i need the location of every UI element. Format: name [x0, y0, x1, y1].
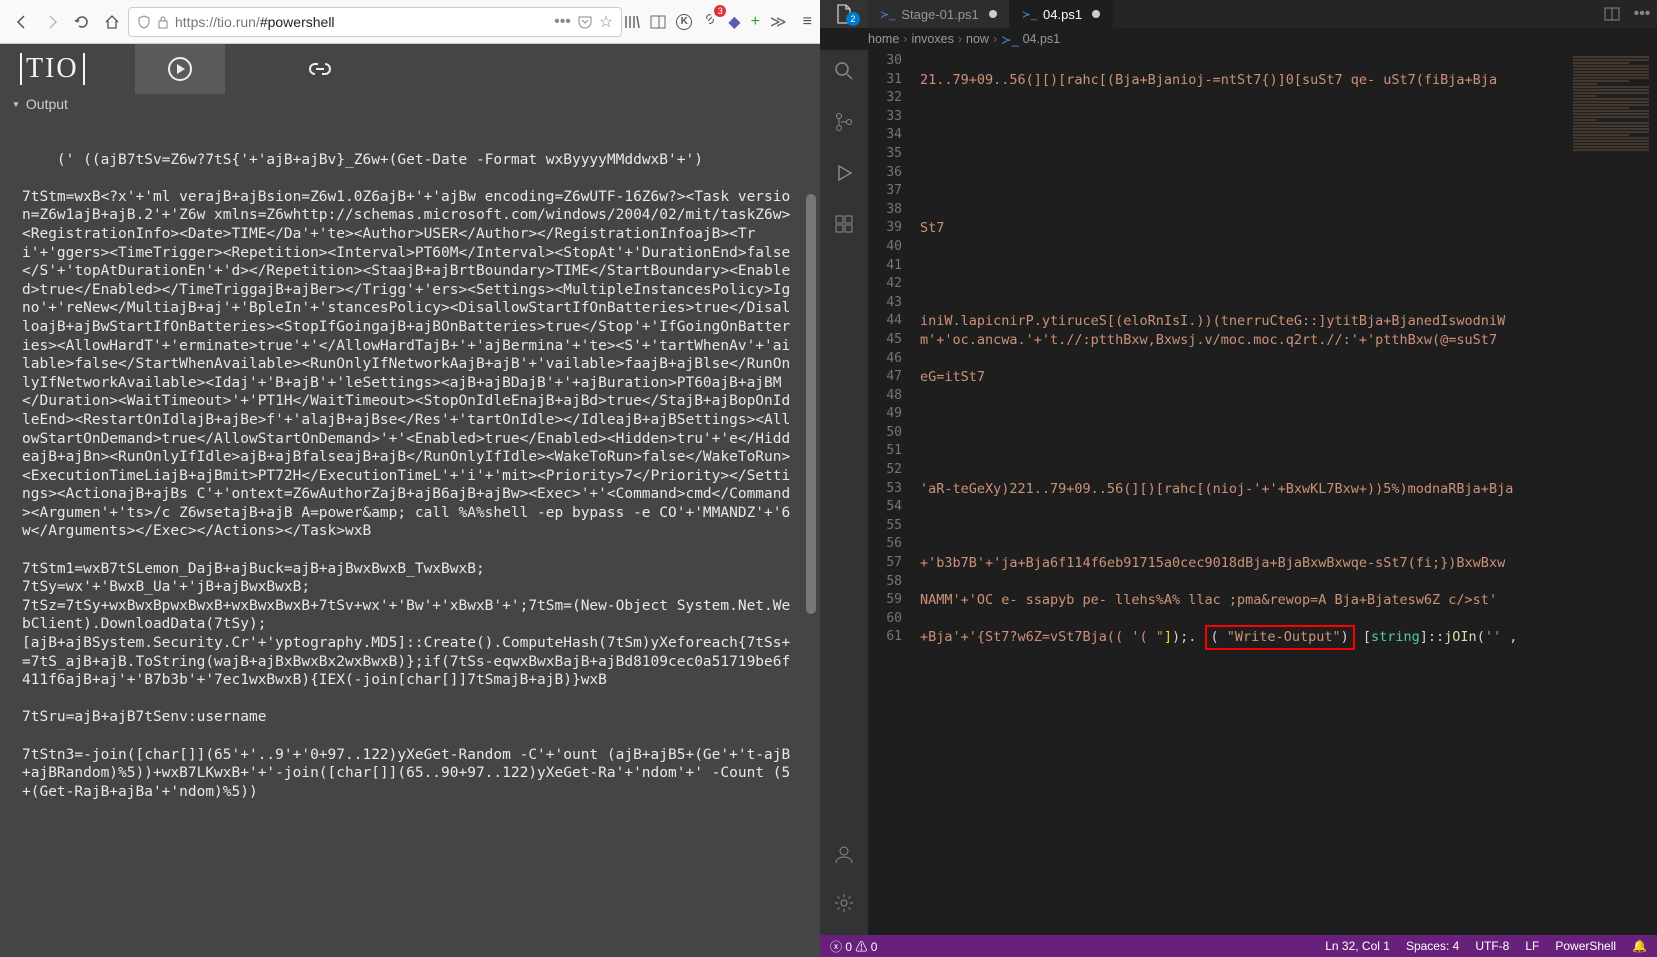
gear-icon[interactable] [833, 892, 855, 919]
tio-logo: TIO [20, 53, 85, 85]
activity-bar [820, 50, 868, 935]
sidebar-icon[interactable] [650, 14, 666, 30]
ext-cube-icon[interactable]: ◆ [728, 12, 740, 32]
scrollbar[interactable] [806, 194, 816, 614]
tab-label: 04.ps1 [1043, 7, 1082, 22]
run-button[interactable] [135, 44, 225, 94]
source-control-icon[interactable] [833, 111, 855, 138]
powershell-icon: ≻_ [1022, 8, 1037, 21]
browser-pane: https://tio.run/#powershell ••• ☆ K ◆ + … [0, 0, 820, 957]
forward-button[interactable] [38, 8, 66, 36]
split-editor-icon[interactable] [1597, 0, 1627, 28]
url-bar[interactable]: https://tio.run/#powershell ••• ☆ [128, 7, 622, 37]
search-icon[interactable] [833, 60, 855, 87]
more-icon[interactable]: ••• [1627, 0, 1657, 28]
home-button[interactable] [98, 8, 126, 36]
ext-link-icon[interactable] [702, 11, 718, 32]
browser-toolbar: https://tio.run/#powershell ••• ☆ K ◆ + … [0, 0, 820, 44]
status-cursor[interactable]: Ln 32, Col 1 [1325, 939, 1390, 953]
ext-plus-icon[interactable]: + [751, 13, 760, 31]
output-text: (' ((ajB7tSv=Z6w?7tS{'+'ajB+ajBv}_Z6w+(G… [0, 114, 820, 957]
url-text: https://tio.run/#powershell [175, 14, 335, 30]
status-lang[interactable]: PowerShell [1555, 939, 1616, 953]
extensions-area: K ◆ + ≫ ≡ [624, 11, 812, 32]
shield-icon [137, 15, 151, 29]
debug-icon[interactable] [833, 162, 855, 189]
tab-04[interactable]: ≻_ 04.ps1 [1010, 0, 1113, 28]
account-icon[interactable] [833, 843, 855, 870]
editor[interactable]: 3031323334353637383940414243444546474849… [868, 50, 1657, 935]
tab-label: Stage-01.ps1 [901, 7, 978, 22]
star-icon[interactable]: ☆ [599, 12, 613, 32]
tio-header: TIO [0, 44, 820, 94]
overflow-icon[interactable]: ≫ [770, 12, 787, 32]
extensions-icon[interactable] [833, 213, 855, 240]
status-encoding[interactable]: UTF-8 [1475, 939, 1509, 953]
reload-button[interactable] [68, 8, 96, 36]
code-content: 21..79+09..56(][)[rahc[(Bja+Bjanioj-=ntS… [920, 50, 1569, 935]
status-bar: ⓧ 0 ⚠ 0 Ln 32, Col 1 Spaces: 4 UTF-8 LF … [820, 935, 1657, 957]
powershell-icon: ≻_ [880, 8, 895, 21]
modified-dot [989, 10, 997, 18]
menu-icon[interactable]: ≡ [803, 13, 812, 31]
ellipsis-icon[interactable]: ••• [554, 13, 571, 31]
breadcrumb[interactable]: home› invoxes› now› ≻_ 04.ps1 [820, 28, 1657, 50]
lock-icon [157, 15, 169, 29]
vscode-pane: 2 ≻_ Stage-01.ps1 ≻_ 04.ps1 ••• home› in… [820, 0, 1657, 957]
library-icon[interactable] [624, 14, 640, 30]
bell-icon[interactable]: 🔔 [1632, 939, 1647, 953]
status-eol[interactable]: LF [1525, 939, 1539, 953]
status-errors[interactable]: ⓧ 0 ⚠ 0 [830, 938, 877, 955]
back-button[interactable] [8, 8, 36, 36]
explorer-icon[interactable]: 2 [820, 0, 868, 28]
ext-circle-icon[interactable]: K [676, 14, 692, 30]
status-spaces[interactable]: Spaces: 4 [1406, 939, 1459, 953]
powershell-icon: ≻_ [1001, 32, 1018, 47]
minimap[interactable] [1569, 50, 1657, 935]
modified-dot [1092, 10, 1100, 18]
tab-bar: 2 ≻_ Stage-01.ps1 ≻_ 04.ps1 ••• [820, 0, 1657, 28]
pocket-icon[interactable] [577, 14, 593, 30]
output-header[interactable]: Output [0, 94, 820, 114]
tab-stage01[interactable]: ≻_ Stage-01.ps1 [868, 0, 1010, 28]
link-button[interactable] [275, 44, 365, 94]
line-gutter: 3031323334353637383940414243444546474849… [868, 50, 920, 935]
